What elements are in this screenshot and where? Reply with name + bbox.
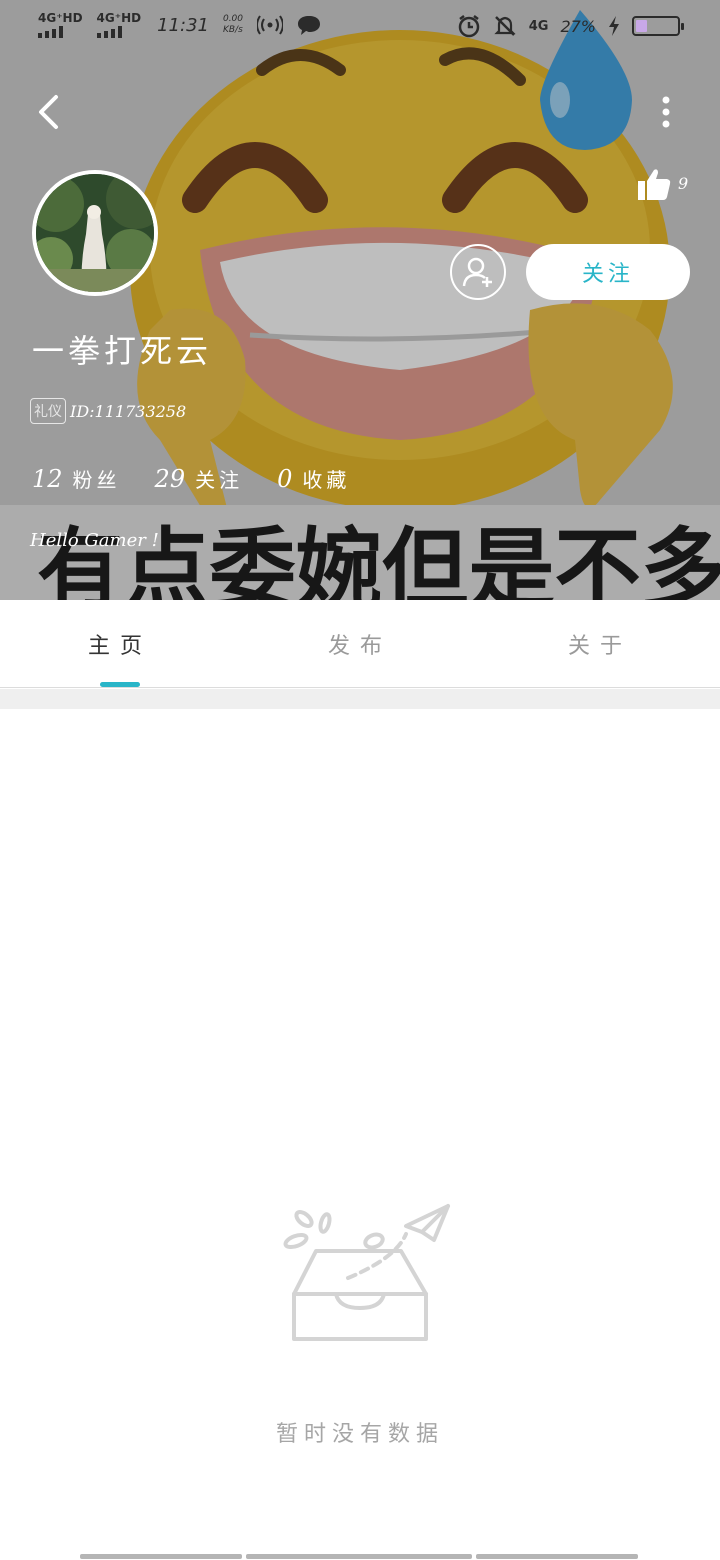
avatar-image — [36, 174, 154, 292]
stat-followers[interactable]: 12 粉丝 — [32, 464, 121, 493]
user-id-row: 礼仪 ID:111733258 — [30, 398, 186, 424]
stat-number: 0 — [277, 465, 293, 493]
clock: 11:31 — [157, 14, 209, 36]
like-count: 9 — [678, 174, 689, 193]
status-bar: 4G⁺HD 4G⁺HD 11:31 0.00 KB/s 4G 27% — [0, 0, 720, 56]
user-id: ID:111733258 — [70, 401, 187, 421]
follow-button[interactable]: 关注 — [526, 244, 690, 300]
mute-bell-icon — [494, 16, 516, 36]
stat-label: 收藏 — [302, 468, 351, 492]
banner-overlay — [0, 0, 720, 600]
hotspot-icon — [257, 15, 284, 35]
username: 一拳打死云 — [32, 332, 213, 370]
network-speed: 0.00 KB/s — [223, 14, 243, 36]
empty-inbox-icon — [283, 1204, 450, 1341]
active-tab-indicator — [100, 682, 140, 687]
stat-label: 粉丝 — [72, 468, 121, 492]
user-bio: Hello Gamer ! — [30, 530, 159, 551]
battery-percent: 27% — [560, 16, 596, 36]
charging-icon — [609, 16, 619, 36]
more-options-button[interactable] — [646, 88, 686, 136]
thumbs-up-icon — [638, 169, 671, 200]
battery-icon — [632, 16, 684, 36]
speed-value: 0.00 — [222, 14, 244, 24]
gesture-nav-bar[interactable] — [80, 1554, 640, 1560]
tab-about[interactable]: 关于 — [480, 600, 720, 687]
stat-label: 关注 — [195, 468, 244, 492]
chevron-left-icon — [39, 95, 58, 129]
message-bubble-icon — [298, 16, 321, 35]
profile-banner: 有点委婉但是不多 — [0, 0, 720, 600]
avatar[interactable] — [32, 170, 158, 296]
profile-tabs: 主页 发布 关于 — [0, 600, 720, 688]
signal-sim2: 4G⁺HD — [96, 11, 142, 38]
stat-number: 12 — [32, 465, 63, 493]
user-badge: 礼仪 — [30, 398, 66, 424]
section-divider — [0, 689, 720, 709]
signal-sim1: 4G⁺HD — [38, 12, 83, 38]
more-vertical-icon — [662, 96, 670, 128]
stat-favorites[interactable]: 0 收藏 — [277, 464, 350, 493]
signal-bars-icon — [38, 26, 63, 38]
network-label: 4G — [528, 18, 549, 34]
stat-number: 29 — [154, 465, 186, 493]
tab-home[interactable]: 主页 — [0, 600, 240, 687]
speed-unit: KB/s — [222, 25, 243, 35]
add-user-icon — [462, 257, 492, 287]
user-stats: 12 粉丝 29 关注 0 收藏 — [32, 464, 384, 493]
network-label: 4G⁺HD — [38, 11, 83, 25]
network-label: 4G⁺HD — [96, 11, 142, 25]
like-button[interactable]: 9 — [636, 166, 688, 202]
empty-state-message: 暂时没有数据 — [275, 1422, 444, 1447]
signal-bars-icon — [96, 26, 122, 38]
alarm-icon — [458, 15, 479, 38]
stat-following[interactable]: 29 关注 — [155, 464, 244, 493]
add-friend-button[interactable] — [450, 244, 506, 300]
back-button[interactable] — [26, 88, 70, 136]
battery-level — [636, 20, 647, 32]
tab-posts[interactable]: 发布 — [240, 600, 480, 687]
